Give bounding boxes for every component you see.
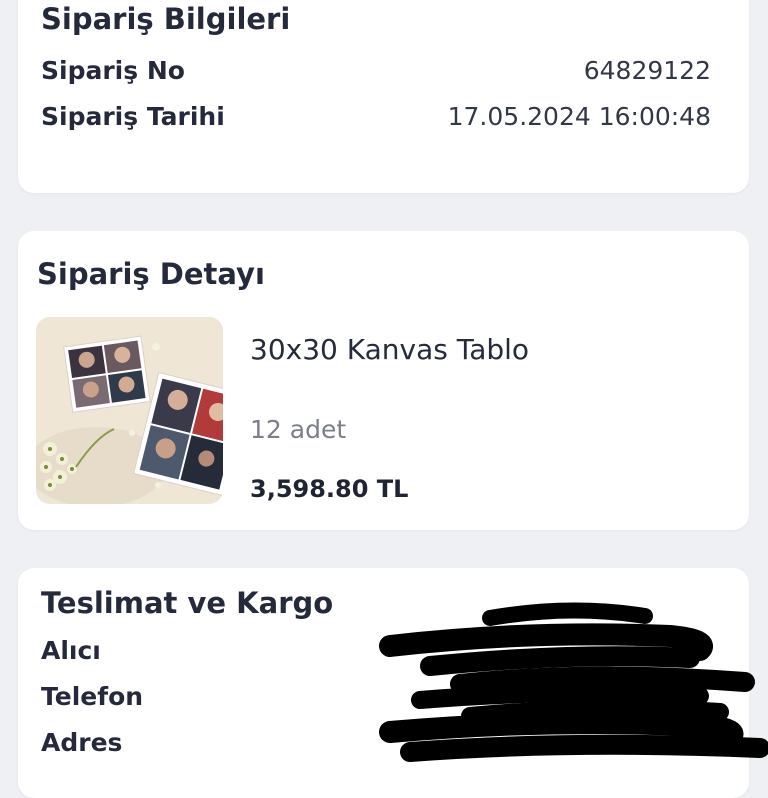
product-image[interactable] xyxy=(36,317,223,504)
address-label: Adres xyxy=(41,728,123,757)
delivery-title: Teslimat ve Kargo xyxy=(41,586,334,620)
recipient-label: Alıcı xyxy=(41,636,101,665)
product-name[interactable]: 30x30 Kanvas Tablo xyxy=(250,333,529,366)
redaction-scribble xyxy=(379,602,768,762)
order-date-label: Sipariş Tarihi xyxy=(41,102,225,131)
product-price: 3,598.80 TL xyxy=(250,475,409,503)
order-date-value: 17.05.2024 16:00:48 xyxy=(447,102,711,131)
phone-label: Telefon xyxy=(41,682,144,711)
order-detail-card: Sipariş Detayı 30x30 Kanvas Tablo 12 ade… xyxy=(18,231,749,530)
product-quantity: 12 adet xyxy=(250,415,347,444)
order-info-card: Sipariş Bilgileri Sipariş No 64829122 Si… xyxy=(18,0,749,193)
canvas-print-photo xyxy=(36,317,223,504)
order-number-label: Sipariş No xyxy=(41,56,185,85)
order-info-title: Sipariş Bilgileri xyxy=(41,2,291,36)
order-number-value: 64829122 xyxy=(583,56,711,85)
order-detail-title: Sipariş Detayı xyxy=(37,257,265,291)
